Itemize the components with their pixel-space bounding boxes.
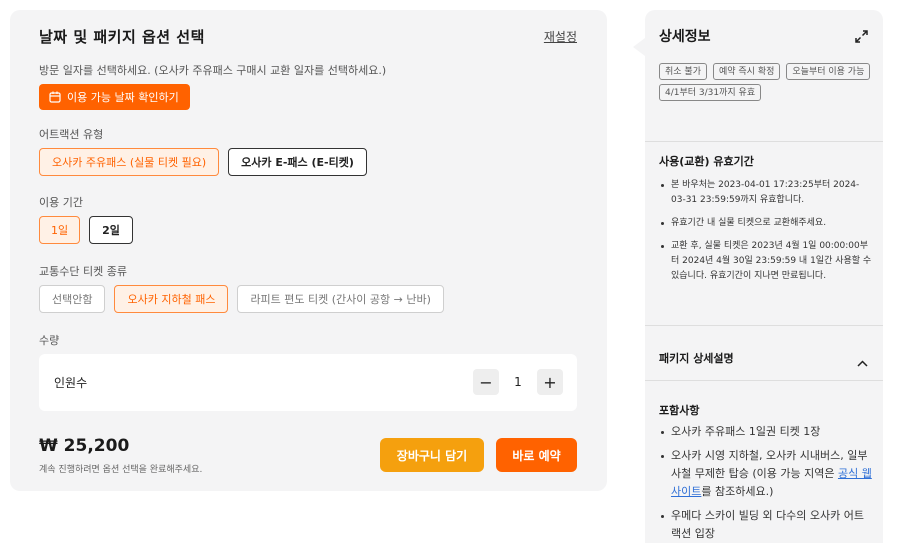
tag-validity-range: 4/1부터 3/31까지 유효 (659, 84, 762, 101)
list-item: 본 바우처는 2023-04-01 17:23:25부터 2024-03-31 … (659, 178, 873, 208)
list-item: 오사카 시영 지하철, 오사카 시내버스, 일부 사철 무제한 탑승 (이용 가… (659, 447, 873, 501)
tag-available-today: 오늘부터 이용 가능 (786, 63, 871, 80)
quantity-label: 수량 (39, 334, 60, 347)
check-dates-button[interactable]: 이용 가능 날짜 확인하기 (39, 84, 190, 110)
increment-button[interactable]: + (537, 369, 563, 395)
quantity-value: 1 (514, 375, 522, 389)
validity-title: 사용(교환) 유효기간 (659, 155, 754, 168)
list-item: 교환 후, 실물 티켓은 2023년 4월 1일 00:00:00부터 2024… (659, 239, 873, 284)
visit-date-hint: 방문 일자를 선택하세요. (오사카 주유패스 구매시 교환 일자를 선택하세요… (39, 64, 387, 77)
option-2-day[interactable]: 2일 (89, 216, 133, 244)
option-osaka-e-pass[interactable]: 오사카 E-패스 (E-티켓) (228, 148, 367, 176)
option-osaka-amazing-pass[interactable]: 오사카 주유패스 (실물 티켓 필요) (39, 148, 220, 176)
attraction-options: 오사카 주유패스 (실물 티켓 필요) 오사카 E-패스 (E-티켓) (39, 148, 367, 176)
duration-options: 1일 2일 (39, 216, 133, 244)
total-price: ₩ 25,200 (39, 436, 130, 456)
details-panel: 상세정보 취소 불가 예약 즉시 확정 오늘부터 이용 가능 4/1부터 3/3… (645, 10, 883, 543)
option-1-day[interactable]: 1일 (39, 216, 81, 244)
headcount-label: 인원수 (54, 376, 88, 390)
tag-no-cancel: 취소 불가 (659, 63, 707, 80)
transport-ticket-label: 교통수단 티켓 종류 (39, 265, 127, 278)
options-panel: 날짜 및 패키지 옵션 선택 재설정 방문 일자를 선택하세요. (오사카 주유… (10, 10, 607, 491)
attraction-type-label: 어트랙션 유형 (39, 128, 104, 141)
list-item: 유효기간 내 실물 티켓으로 교환해주세요. (659, 216, 873, 231)
validity-list: 본 바우처는 2023-04-01 17:23:25부터 2024-03-31 … (659, 178, 873, 292)
chevron-up-icon[interactable] (857, 352, 868, 371)
included-title: 포함사항 (659, 404, 700, 417)
list-item: 오사카 주유패스 1일권 티켓 1장 (659, 423, 873, 441)
reset-link[interactable]: 재설정 (544, 28, 577, 45)
quantity-box: 인원수 − 1 + (39, 354, 577, 411)
options-title: 날짜 및 패키지 옵션 선택 (39, 28, 205, 46)
divider (645, 380, 883, 381)
expand-icon[interactable] (855, 28, 868, 47)
check-dates-label: 이용 가능 날짜 확인하기 (67, 91, 179, 104)
calendar-icon (49, 91, 61, 103)
included-text: 를 참조하세요.) (701, 485, 774, 498)
book-now-button[interactable]: 바로 예약 (496, 438, 577, 472)
decrement-button[interactable]: − (473, 369, 499, 395)
add-to-cart-button[interactable]: 장바구니 담기 (380, 438, 484, 472)
price-note: 계속 진행하려면 옵션 선택을 완료해주세요. (39, 465, 203, 475)
divider (645, 141, 883, 142)
divider (645, 325, 883, 326)
transport-options: 선택안함 오사카 지하철 패스 라피트 편도 티켓 (간사이 공항 → 난바) (39, 285, 444, 313)
tag-list: 취소 불가 예약 즉시 확정 오늘부터 이용 가능 4/1부터 3/31까지 유… (659, 63, 871, 101)
duration-label: 이용 기간 (39, 196, 83, 209)
option-subway-pass[interactable]: 오사카 지하철 패스 (114, 285, 229, 313)
details-title: 상세정보 (659, 29, 711, 45)
package-detail-title[interactable]: 패키지 상세설명 (659, 350, 734, 366)
panel-pointer (633, 38, 645, 56)
option-no-transport[interactable]: 선택안함 (39, 285, 106, 313)
list-item: 우메다 스카이 빌딩 외 다수의 오사카 어트랙션 입장 (659, 507, 873, 543)
included-list: 오사카 주유패스 1일권 티켓 1장 오사카 시영 지하철, 오사카 시내버스,… (659, 423, 873, 543)
tag-instant-confirm: 예약 즉시 확정 (712, 63, 781, 80)
option-rapit-ticket[interactable]: 라피트 편도 티켓 (간사이 공항 → 난바) (237, 285, 444, 313)
quantity-stepper: − 1 + (473, 369, 563, 395)
